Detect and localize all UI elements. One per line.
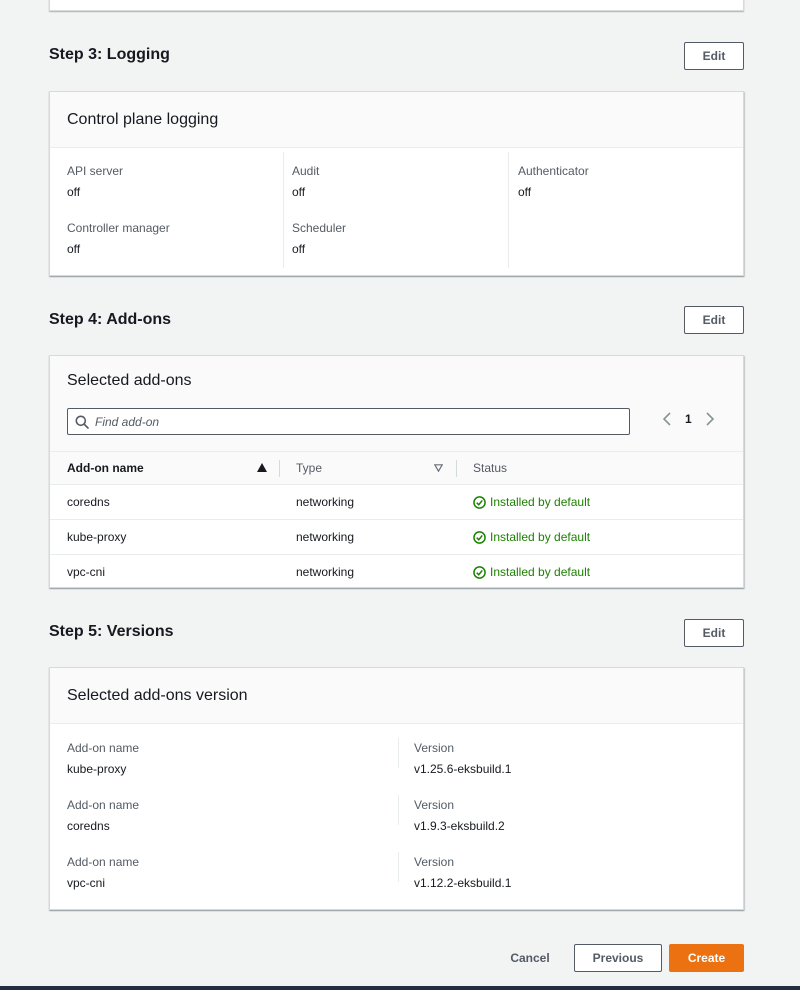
create-button[interactable]: Create	[669, 944, 744, 972]
logging-card: Control plane logging API server off Aud…	[49, 91, 744, 276]
version-row-name: Add-on name vpc-cni	[67, 854, 139, 891]
addon-name-label: Add-on name	[67, 741, 140, 755]
addon-search-field[interactable]	[67, 408, 630, 435]
chevron-right-icon[interactable]	[705, 412, 715, 426]
column-separator	[279, 460, 280, 477]
addons-card-header: Selected add-ons	[50, 356, 743, 452]
check-circle-icon	[473, 565, 486, 579]
log-item-audit: Audit off	[292, 163, 319, 200]
column-header-status[interactable]: Status	[473, 452, 507, 484]
log-value: off	[292, 242, 306, 256]
addon-name-cell: coredns	[67, 495, 110, 509]
addon-status-cell: Installed by default	[473, 555, 590, 589]
version-row-version: Version v1.12.2-eksbuild.1	[414, 854, 511, 891]
addon-name-cell: kube-proxy	[67, 530, 127, 544]
column-divider	[398, 852, 399, 882]
version-row-version: Version v1.9.3-eksbuild.2	[414, 797, 505, 834]
version-value: v1.12.2-eksbuild.1	[414, 876, 512, 890]
table-header: Add-on name Type Status	[50, 451, 743, 485]
addon-status-cell: Installed by default	[473, 520, 590, 554]
addon-type-cell: networking	[296, 495, 355, 509]
addon-search-input[interactable]	[95, 414, 595, 429]
addons-card: Selected add-ons 1 Add-on name Type Stat…	[49, 355, 744, 588]
bottom-bar	[0, 986, 800, 990]
log-label: Controller manager	[67, 221, 170, 235]
step3-edit-button[interactable]: Edit	[684, 42, 744, 70]
addon-name-value: coredns	[67, 819, 110, 833]
version-label: Version	[414, 855, 455, 869]
step4-edit-button[interactable]: Edit	[684, 306, 744, 334]
version-value: v1.25.6-eksbuild.1	[414, 762, 512, 776]
addon-type-cell: networking	[296, 565, 355, 579]
status-text: Installed by default	[490, 495, 591, 509]
cancel-button[interactable]: Cancel	[505, 944, 555, 972]
step5-edit-button[interactable]: Edit	[684, 619, 744, 647]
log-item-controller-manager: Controller manager off	[67, 220, 170, 257]
version-value: v1.9.3-eksbuild.2	[414, 819, 505, 833]
log-value: off	[67, 185, 81, 199]
check-circle-icon	[473, 530, 486, 544]
addon-name-value: vpc-cni	[67, 876, 106, 890]
addon-name-cell: vpc-cni	[67, 565, 106, 579]
column-divider	[398, 795, 399, 825]
log-value: off	[518, 185, 532, 199]
versions-card-header: Selected add-ons version	[50, 668, 743, 724]
sort-ascending-icon[interactable]	[257, 463, 267, 472]
version-row-name: Add-on name coredns	[67, 797, 139, 834]
log-item-scheduler: Scheduler off	[292, 220, 346, 257]
step4-title: Step 4: Add-ons	[49, 311, 172, 328]
column-divider	[508, 152, 509, 268]
table-row: vpc-cni networking Installed by default	[50, 555, 743, 590]
status-text: Installed by default	[490, 530, 591, 544]
sort-icon[interactable]	[434, 464, 443, 472]
addon-type-cell: networking	[296, 530, 355, 544]
log-item-api-server: API server off	[67, 163, 123, 200]
log-label: Audit	[292, 164, 320, 178]
log-value: off	[67, 242, 81, 256]
version-row-version: Version v1.25.6-eksbuild.1	[414, 740, 511, 777]
previous-button[interactable]: Previous	[574, 944, 662, 972]
column-separator	[456, 460, 457, 477]
log-label: Scheduler	[292, 221, 347, 235]
chevron-left-icon[interactable]	[662, 412, 672, 426]
column-header-addon-name[interactable]: Add-on name	[67, 452, 144, 484]
check-circle-icon	[473, 495, 486, 509]
log-label: Authenticator	[518, 164, 589, 178]
table-row: kube-proxy networking Installed by defau…	[50, 520, 743, 555]
column-divider	[283, 152, 284, 268]
logging-card-header: Control plane logging	[50, 92, 743, 148]
log-label: API server	[67, 164, 124, 178]
status-text: Installed by default	[490, 565, 591, 579]
search-icon	[75, 415, 89, 429]
addon-status-cell: Installed by default	[473, 485, 590, 519]
step5-title: Step 5: Versions	[49, 623, 174, 640]
pagination: 1	[662, 412, 715, 426]
versions-card: Selected add-ons version Add-on name kub…	[49, 667, 744, 910]
table-row: coredns networking Installed by default	[50, 485, 743, 520]
column-divider	[398, 738, 399, 768]
previous-section-card	[49, 0, 744, 11]
log-item-authenticator: Authenticator off	[518, 163, 589, 200]
addon-name-label: Add-on name	[67, 855, 140, 869]
step3-title: Step 3: Logging	[49, 46, 170, 63]
log-value: off	[292, 185, 306, 199]
page-number[interactable]: 1	[685, 412, 692, 426]
version-row-name: Add-on name kube-proxy	[67, 740, 139, 777]
addon-name-label: Add-on name	[67, 798, 140, 812]
version-label: Version	[414, 798, 455, 812]
column-header-type[interactable]: Type	[296, 452, 322, 484]
addon-name-value: kube-proxy	[67, 762, 127, 776]
version-label: Version	[414, 741, 455, 755]
